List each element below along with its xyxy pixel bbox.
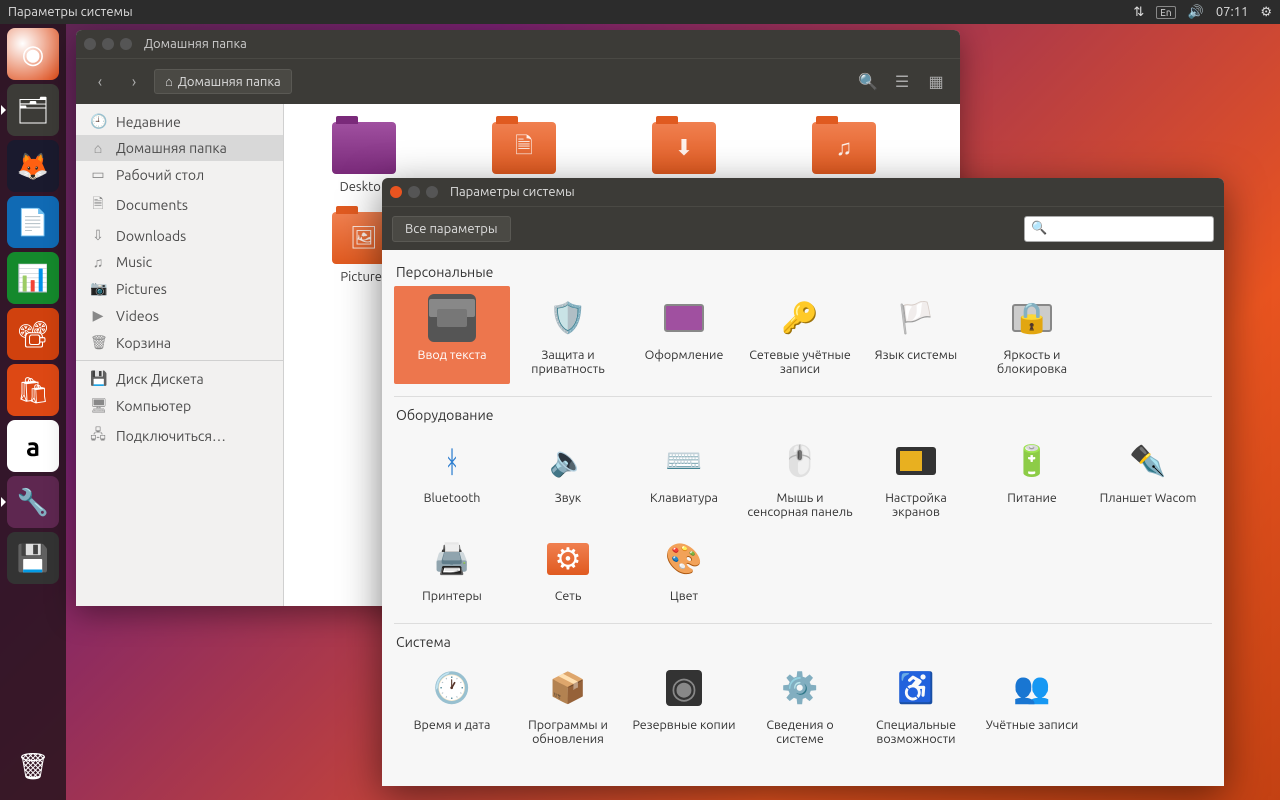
settings-item[interactable]: ⌨️Клавиатура bbox=[626, 429, 742, 527]
system-settings-window: Параметры системы Все параметры 🔍 Персон… bbox=[382, 178, 1224, 786]
sidebar-item[interactable]: 🗑Корзина bbox=[76, 329, 283, 356]
category-header: Оборудование bbox=[394, 401, 1212, 429]
software-launcher-icon[interactable]: 🛍 bbox=[7, 364, 59, 416]
sidebar-item[interactable]: 💾Диск Дискета bbox=[76, 365, 283, 392]
search-icon[interactable]: 🔍 bbox=[854, 68, 882, 96]
settings-item[interactable]: 🖱️Мышь и сенсорная панель bbox=[742, 429, 858, 527]
settings-item[interactable]: ᚼBluetooth bbox=[394, 429, 510, 527]
settings-body: ПерсональныеВвод текста🛡️Защита и приват… bbox=[382, 250, 1224, 786]
grid-view-icon[interactable]: ▦ bbox=[922, 68, 950, 96]
settings-item[interactable]: ♿Специальные возможности bbox=[858, 656, 974, 754]
writer-launcher-icon[interactable]: 📄 bbox=[7, 196, 59, 248]
settings-item[interactable]: ✒️Планшет Wacom bbox=[1090, 429, 1206, 527]
settings-item[interactable]: 🛡️Защита и приватность bbox=[510, 286, 626, 384]
sidebar-item[interactable]: 📷Pictures bbox=[76, 275, 283, 302]
maximize-icon[interactable] bbox=[426, 186, 438, 198]
keyboard-layout-indicator[interactable]: En bbox=[1156, 6, 1175, 19]
settings-item[interactable]: Настройка экранов bbox=[858, 429, 974, 527]
settings-item[interactable]: 🎨Цвет bbox=[626, 527, 742, 611]
clock[interactable]: 07:11 bbox=[1216, 5, 1249, 19]
list-view-icon[interactable]: ☰ bbox=[888, 68, 916, 96]
amazon-launcher-icon[interactable]: a bbox=[7, 420, 59, 472]
category-header: Персональные bbox=[394, 258, 1212, 286]
close-icon[interactable] bbox=[390, 186, 402, 198]
category-header: Система bbox=[394, 628, 1212, 656]
sidebar-item[interactable]: ⇩Downloads bbox=[76, 222, 283, 249]
sidebar-item[interactable]: 🕘Недавние bbox=[76, 108, 283, 135]
dash-icon[interactable]: ◉ bbox=[7, 28, 59, 80]
firefox-launcher-icon[interactable]: 🦊 bbox=[7, 140, 59, 192]
settings-item[interactable]: ⚙Сеть bbox=[510, 527, 626, 611]
minimize-icon[interactable] bbox=[102, 38, 114, 50]
settings-item[interactable]: 👥Учётные записи bbox=[974, 656, 1090, 754]
settings-launcher-icon[interactable]: 🔧 bbox=[7, 476, 59, 528]
breadcrumb[interactable]: ⌂ Домашняя папка bbox=[154, 69, 292, 94]
maximize-icon[interactable] bbox=[120, 38, 132, 50]
settings-item[interactable]: Ввод текста bbox=[394, 286, 510, 384]
close-icon[interactable] bbox=[84, 38, 96, 50]
sidebar-item[interactable]: ♫Music bbox=[76, 249, 283, 275]
sidebar-item[interactable]: ▭Рабочий стол bbox=[76, 161, 283, 188]
settings-window-title: Параметры системы bbox=[450, 185, 575, 199]
trash-launcher-icon[interactable]: 🗑 bbox=[7, 740, 59, 792]
settings-titlebar[interactable]: Параметры системы bbox=[382, 178, 1224, 206]
save-launcher-icon[interactable]: 💾 bbox=[7, 532, 59, 584]
settings-toolbar: Все параметры 🔍 bbox=[382, 206, 1224, 250]
settings-item[interactable]: 🖨️Принтеры bbox=[394, 527, 510, 611]
all-settings-button[interactable]: Все параметры bbox=[392, 216, 511, 242]
settings-item[interactable]: 🏳️Язык системы bbox=[858, 286, 974, 384]
file-toolbar: ‹ › ⌂ Домашняя папка 🔍 ☰ ▦ bbox=[76, 58, 960, 104]
file-window-titlebar[interactable]: Домашняя папка bbox=[76, 30, 960, 58]
system-menu-icon[interactable]: ⚙ bbox=[1260, 5, 1272, 20]
minimize-icon[interactable] bbox=[408, 186, 420, 198]
settings-item[interactable]: 🔒Яркость и блокировка bbox=[974, 286, 1090, 384]
forward-button[interactable]: › bbox=[120, 68, 148, 96]
settings-item[interactable]: 🕐Время и дата bbox=[394, 656, 510, 754]
settings-item[interactable]: 📦Программы и обновления bbox=[510, 656, 626, 754]
sidebar-item[interactable]: ⌂Домашняя папка bbox=[76, 135, 283, 161]
sidebar-item[interactable]: 🖥Компьютер bbox=[76, 392, 283, 419]
unity-launcher: ◉ 🗂 🦊 📄 📊 📽 🛍 a 🔧 💾 🗑 bbox=[0, 24, 66, 800]
settings-item[interactable]: Оформление bbox=[626, 286, 742, 384]
settings-search-input[interactable]: 🔍 bbox=[1024, 216, 1214, 242]
sound-indicator[interactable]: 🔊 bbox=[1188, 5, 1204, 20]
active-window-title: Параметры системы bbox=[8, 5, 133, 19]
sidebar-item[interactable]: 🗎Documents bbox=[76, 188, 283, 222]
back-button[interactable]: ‹ bbox=[86, 68, 114, 96]
settings-item[interactable]: 🔈Звук bbox=[510, 429, 626, 527]
impress-launcher-icon[interactable]: 📽 bbox=[7, 308, 59, 360]
settings-item[interactable]: 🔑Сетевые учётные записи bbox=[742, 286, 858, 384]
settings-item[interactable]: ⚙️Сведения о системе bbox=[742, 656, 858, 754]
network-indicator[interactable]: ⇅ bbox=[1133, 5, 1144, 20]
file-sidebar: 🕘Недавние⌂Домашняя папка▭Рабочий стол🗎Do… bbox=[76, 104, 284, 606]
sidebar-item[interactable]: ▶Videos bbox=[76, 302, 283, 329]
settings-item[interactable]: ◉Резервные копии bbox=[626, 656, 742, 754]
file-window-title: Домашняя папка bbox=[144, 37, 247, 51]
settings-item[interactable]: 🔋Питание bbox=[974, 429, 1090, 527]
top-menubar: Параметры системы ⇅ En 🔊 07:11 ⚙ bbox=[0, 0, 1280, 24]
calc-launcher-icon[interactable]: 📊 bbox=[7, 252, 59, 304]
files-launcher-icon[interactable]: 🗂 bbox=[7, 84, 59, 136]
sidebar-item[interactable]: 🖧Подключиться… bbox=[76, 419, 283, 453]
